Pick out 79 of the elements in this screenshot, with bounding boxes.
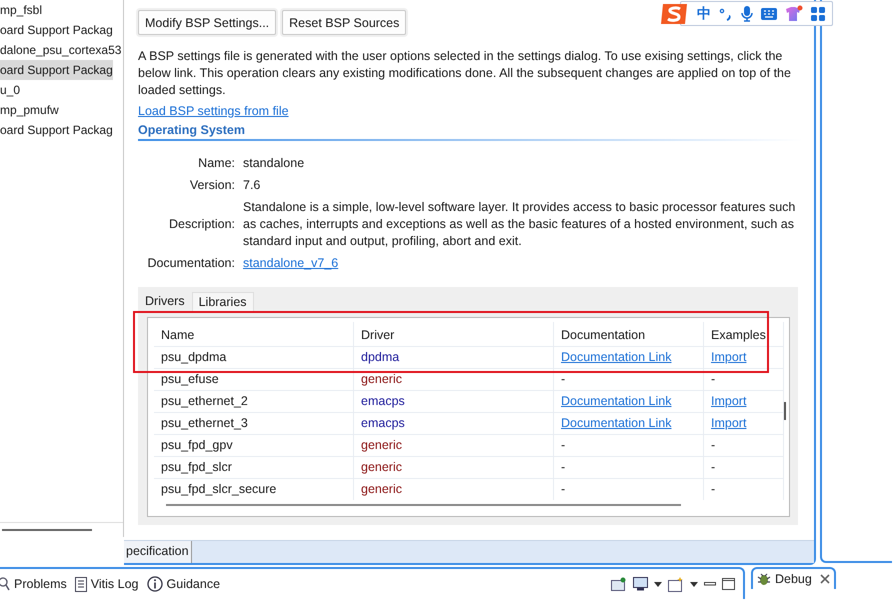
new-window-icon[interactable] [668,576,684,592]
punctuation-icon[interactable] [719,6,733,20]
field-label: Description: [168,216,235,233]
table-cell: psu_ethernet_3 [154,412,354,434]
column-header: Examples [704,322,784,346]
table-cell: emacps [354,412,554,434]
table-cell: - [711,372,716,386]
shirt-icon[interactable] [785,5,803,22]
table-cell: - [561,460,566,474]
table-cell: generic [354,456,554,478]
import-link[interactable]: Import [711,350,746,364]
scrollbar-thumb[interactable] [784,402,786,420]
bug-icon [757,572,771,586]
table-cell: - [561,372,566,386]
editor-tab[interactable]: pecification [124,541,192,563]
panel-tab[interactable]: Problems [0,577,67,591]
document-icon [74,576,87,592]
input-mode-toggle[interactable]: 中 [697,4,711,22]
documentation-link[interactable]: standalone_v7_6 [243,256,338,270]
documentation-link[interactable]: Documentation Link [561,350,672,364]
column-header: Documentation [554,322,704,346]
microphone-icon[interactable] [741,6,753,22]
tree-item[interactable]: oard Support Packag [0,120,113,140]
panel-tab[interactable]: Guidance [146,576,220,592]
panel-tab[interactable]: Vitis Log [74,576,139,592]
field-value: Standalone is a simple, low-level software layer. It provides access to basic processor features such as caches, interrupts and exceptions as well as the basic features of a hosted environment, such as standard input and output, profiling, abort and exit. [243,199,796,250]
documentation-link[interactable]: Documentation Link [561,416,672,430]
table-cell: generic [354,368,554,390]
magnifier-icon [0,577,10,591]
dropdown-icon[interactable] [690,582,698,586]
load-settings-link[interactable]: Load BSP settings from file [138,104,289,118]
import-link[interactable]: Import [711,394,746,408]
info-icon [146,576,163,592]
field-value: standalone [243,155,306,172]
table-cell: dpdma [354,346,554,368]
import-link[interactable]: Import [711,416,746,430]
tree-item[interactable]: u_0 [0,80,20,100]
action-button[interactable]: Modify BSP Settings... [138,10,276,35]
table-cell: generic [354,434,554,456]
section-heading: Operating System [138,123,246,137]
tree-item[interactable]: dalone_psu_cortexa53 [0,40,122,60]
dropdown-icon[interactable] [654,582,662,586]
tree-item[interactable]: oard Support Packag [0,20,113,40]
grid-icon[interactable] [811,6,825,20]
action-button[interactable]: Reset BSP Sources [282,10,406,35]
table-cell: - [711,460,716,474]
field-label: Version: [188,177,235,194]
field-label: Name: [197,155,235,172]
scrollbar-thumb[interactable] [2,529,92,531]
column-header: Driver [354,322,554,346]
table-cell: psu_efuse [154,368,354,390]
panel-tab[interactable]: Debug [751,567,836,589]
table-cell: emacps [354,390,554,412]
table-cell: psu_fpd_gpv [154,434,354,456]
maximize-icon[interactable] [722,578,735,590]
column-header: Name [154,322,354,346]
documentation-link[interactable]: Documentation Link [561,394,672,408]
tree-item[interactable]: oard Support Packag [0,60,113,80]
table-cell: psu_dpdma [154,346,354,368]
logo-icon[interactable] [659,2,689,26]
scrollbar-thumb[interactable] [166,504,681,506]
tab[interactable]: Libraries [192,292,254,311]
table-cell: - [561,438,566,452]
table-cell: - [711,438,716,452]
minimize-icon[interactable] [704,582,716,586]
field-value: 7.6 [243,177,262,194]
description-text: A BSP settings file is generated with the user options selected in the settings dialog. To use exising settings, click the below link. This operation clears any existing modifications done. All the subsequent changes are applied on top of the loaded settings. [138,48,792,99]
table-cell: psu_ethernet_2 [154,390,354,412]
tree-item[interactable]: mp_fsbl [0,0,42,20]
table-cell: psu_fpd_slcr [154,456,354,478]
keyboard-icon[interactable] [761,8,777,20]
field-label: Documentation: [146,255,235,272]
table-cell: psu_fpd_slcr_secure [154,478,354,500]
table-cell: generic [354,478,554,500]
close-icon[interactable] [820,574,830,584]
tree-item[interactable]: mp_pmufw [0,100,59,120]
table-cell: - [561,482,566,496]
monitor-icon[interactable] [633,577,648,591]
table-cell: - [711,482,716,496]
